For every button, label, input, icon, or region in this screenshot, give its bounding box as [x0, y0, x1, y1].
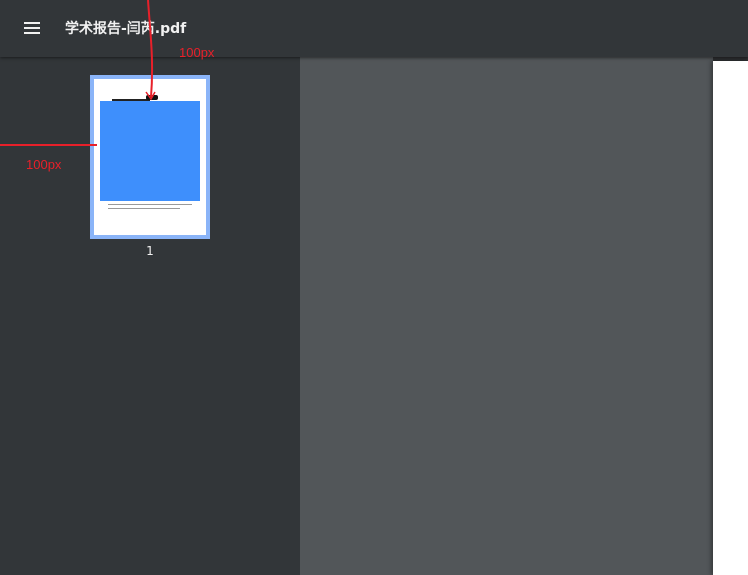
thumbnail-page-number: 1 — [146, 244, 154, 258]
hamburger-menu-icon — [24, 22, 40, 24]
thumbnail-text-line — [108, 204, 192, 205]
menu-button[interactable] — [18, 14, 46, 42]
document-title: 学术报告-闫芮.pdf — [65, 21, 187, 37]
toolbar: 学术报告-闫芮.pdf — [0, 0, 748, 57]
thumbnail-page — [94, 79, 206, 235]
document-page[interactable] — [713, 61, 748, 575]
hamburger-menu-icon-bar — [24, 32, 40, 34]
page-thumbnail-1[interactable] — [90, 75, 210, 239]
hamburger-menu-icon-bar — [24, 27, 40, 29]
thumbnail-text-line — [108, 208, 180, 209]
thumbnail-heading-mark — [146, 95, 158, 100]
document-viewer[interactable] — [300, 57, 713, 575]
thumbnail-figure — [100, 101, 200, 201]
